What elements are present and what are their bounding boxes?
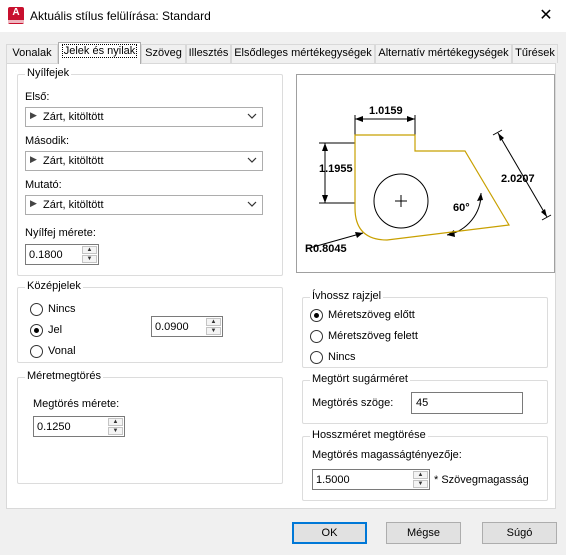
arc-length-group: Ívhossz rajzjel Méretszöveg előtt Mérets…	[302, 290, 548, 368]
first-arrow-select[interactable]: ▶ Zárt, kitöltött	[25, 107, 263, 127]
chevron-down-icon	[247, 113, 257, 119]
arrowhead-icon: ▶	[30, 110, 37, 120]
ok-button[interactable]: OK	[292, 522, 367, 544]
preview-dim-top: 1.0159	[369, 105, 403, 117]
dimension-break-group: Méretmegtörés Megtörés mérete: 0.1250 ▲ ▼	[17, 370, 283, 484]
title-bar: A Aktuális stílus felülírása: Standard ✕	[0, 0, 566, 32]
close-icon[interactable]: ✕	[536, 6, 556, 26]
tab-symbols-arrows[interactable]: Jelek és nyilak	[58, 42, 141, 64]
center-mark-size-spinner[interactable]: 0.0900 ▲ ▼	[151, 316, 223, 337]
cancel-button[interactable]: Mégse	[386, 522, 461, 544]
second-arrow-select[interactable]: ▶ Zárt, kitöltött	[25, 151, 263, 171]
linear-jog-group: Hosszméret megtörése Megtörés magasságté…	[302, 429, 548, 501]
help-button[interactable]: Súgó	[482, 522, 557, 544]
linear-jog-group-title: Hosszméret megtörése	[310, 429, 428, 441]
first-arrow-label: Első:	[25, 91, 50, 103]
arrowhead-icon: ▶	[30, 154, 37, 164]
jog-angle-input[interactable]: 45	[411, 392, 523, 414]
chevron-down-icon	[247, 157, 257, 163]
tab-fit[interactable]: Illesztés	[186, 44, 231, 63]
arrow-size-label: Nyílfej mérete:	[25, 227, 96, 239]
dimension-break-group-title: Méretmegtörés	[25, 370, 103, 382]
tab-primary-units[interactable]: Elsődleges mértékegységek	[231, 44, 375, 63]
autocad-app-icon: A	[8, 7, 24, 24]
arrowheads-group: Nyílfejek Első: ▶ Zárt, kitöltött Másodi…	[17, 67, 283, 276]
break-size-spinner[interactable]: 0.1250 ▲ ▼	[33, 416, 125, 437]
preview-dim-left: 1.1955	[319, 163, 353, 175]
leader-arrow-label: Mutató:	[25, 179, 62, 191]
spin-down-icon[interactable]: ▼	[108, 427, 123, 435]
center-marks-group: Középjelek Nincs Jel Vonal 0.0900 ▲ ▼	[17, 280, 283, 363]
tab-panel: Nyílfejek Első: ▶ Zárt, kitöltött Másodi…	[6, 63, 556, 509]
arc-length-group-title: Ívhossz rajzjel	[310, 290, 384, 302]
center-marks-group-title: Középjelek	[25, 280, 83, 292]
arrowhead-icon: ▶	[30, 198, 37, 208]
dimension-preview: 1.0159 1.1955 2.0207 60° R0.8045	[296, 74, 555, 273]
window-title: Aktuális stílus felülírása: Standard	[30, 9, 211, 23]
arrow-size-spinner[interactable]: 0.1800 ▲ ▼	[25, 244, 99, 265]
spin-down-icon[interactable]: ▼	[413, 480, 428, 488]
break-size-label: Megtörés mérete:	[33, 398, 120, 410]
spin-up-icon[interactable]: ▲	[82, 246, 97, 254]
tab-alternate-units[interactable]: Alternatív mértékegységek	[375, 44, 512, 63]
leader-arrow-select[interactable]: ▶ Zárt, kitöltött	[25, 195, 263, 215]
spin-up-icon[interactable]: ▲	[206, 318, 221, 326]
spin-up-icon[interactable]: ▲	[108, 418, 123, 426]
tab-tolerances[interactable]: Tűrések	[512, 44, 558, 63]
radius-jog-group-title: Megtört sugárméret	[310, 373, 410, 385]
tab-text[interactable]: Szöveg	[141, 44, 186, 63]
spin-down-icon[interactable]: ▼	[82, 255, 97, 263]
jog-height-factor-spinner[interactable]: 1.5000 ▲ ▼	[312, 469, 430, 490]
preview-dim-right: 2.0207	[501, 173, 535, 185]
radius-jog-group: Megtört sugárméret Megtörés szöge: 45	[302, 373, 548, 424]
preview-dim-angle: 60°	[453, 202, 470, 214]
jog-height-factor-suffix: * Szövegmagasság	[434, 474, 529, 486]
jog-height-factor-label: Megtörés magasságtényezője:	[312, 449, 462, 461]
jog-angle-label: Megtörés szöge:	[312, 397, 394, 409]
preview-dim-radius: R0.8045	[305, 243, 347, 255]
chevron-down-icon	[247, 201, 257, 207]
spin-down-icon[interactable]: ▼	[206, 327, 221, 335]
second-arrow-label: Második:	[25, 135, 70, 147]
arrowheads-group-title: Nyílfejek	[25, 67, 72, 79]
tab-lines[interactable]: Vonalak	[6, 44, 58, 63]
spin-up-icon[interactable]: ▲	[413, 471, 428, 479]
